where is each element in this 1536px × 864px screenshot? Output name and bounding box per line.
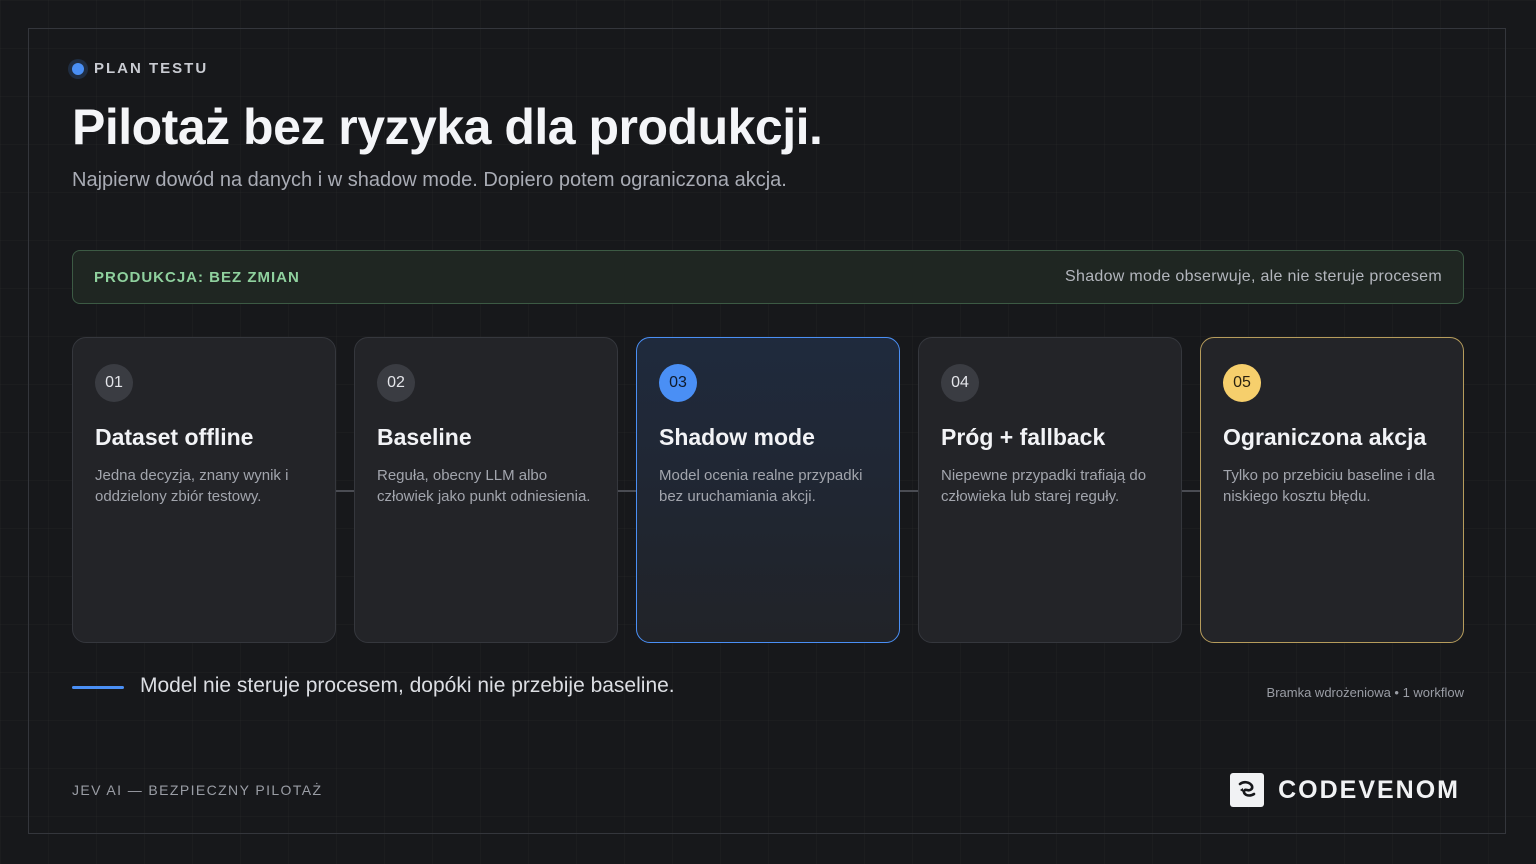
- step-description: Model ocenia realne przypadki bez urucha…: [659, 467, 863, 505]
- step-card-limited-action: 05 Ograniczona akcja Tylko po przebiciu …: [1200, 337, 1464, 643]
- step-number-badge: 02: [377, 364, 415, 402]
- step-card-baseline: 02 Baseline Reguła, obecny LLM albo czło…: [354, 337, 618, 643]
- step-connector: [336, 490, 356, 492]
- callout-text: Model nie steruje procesem, dopóki nie p…: [140, 674, 675, 697]
- page-title: Pilotaż bez ryzyka dla produkcji.: [72, 99, 823, 155]
- step-connector: [1182, 490, 1202, 492]
- step-title: Baseline: [377, 424, 472, 450]
- step-card-threshold-fallback: 04 Próg + fallback Niepewne przypadki tr…: [918, 337, 1182, 643]
- step-number-badge: 05: [1223, 364, 1261, 402]
- page-subtitle: Najpierw dowód na danych i w shadow mode…: [72, 169, 787, 191]
- step-title: Ograniczona akcja: [1223, 424, 1427, 450]
- step-title: Shadow mode: [659, 424, 815, 450]
- footer-label: JEV AI — BEZPIECZNY PILOTAŻ: [72, 782, 323, 798]
- step-connector: [618, 490, 638, 492]
- eyebrow-label: PLAN TESTU: [94, 60, 209, 77]
- production-banner: PRODUKCJA: BEZ ZMIAN Shadow mode obserwu…: [72, 250, 1464, 304]
- step-number-badge: 04: [941, 364, 979, 402]
- step-description: Jedna decyzja, znany wynik i oddzielony …: [95, 467, 289, 505]
- step-number-badge: 03: [659, 364, 697, 402]
- production-note: Shadow mode obserwuje, ale nie steruje p…: [1065, 268, 1442, 285]
- step-title: Dataset offline: [95, 424, 254, 450]
- callout-meta: Bramka wdrożeniowa • 1 workflow: [1266, 685, 1464, 700]
- step-card-shadow-mode: 03 Shadow mode Model ocenia realne przyp…: [636, 337, 900, 643]
- step-connector: [900, 490, 920, 492]
- eyebrow: PLAN TESTU: [72, 60, 208, 77]
- production-status-label: PRODUKCJA: BEZ ZMIAN: [94, 268, 300, 286]
- callout-accent-line: [72, 686, 124, 689]
- step-description: Tylko po przebiciu baseline i dla niskie…: [1223, 467, 1435, 505]
- brand-wordmark: CODEVENOM: [1278, 775, 1460, 804]
- dot-icon: [72, 62, 84, 75]
- codevenom-logo-icon: [1230, 773, 1265, 807]
- step-number-badge: 01: [95, 364, 133, 402]
- brand-logo: CODEVENOM: [1230, 773, 1460, 807]
- step-description: Niepewne przypadki trafiają do człowieka…: [941, 467, 1147, 505]
- step-card-dataset-offline: 01 Dataset offline Jedna decyzja, znany …: [72, 337, 336, 643]
- step-description: Reguła, obecny LLM albo człowiek jako pu…: [377, 467, 591, 505]
- step-title: Próg + fallback: [941, 424, 1106, 450]
